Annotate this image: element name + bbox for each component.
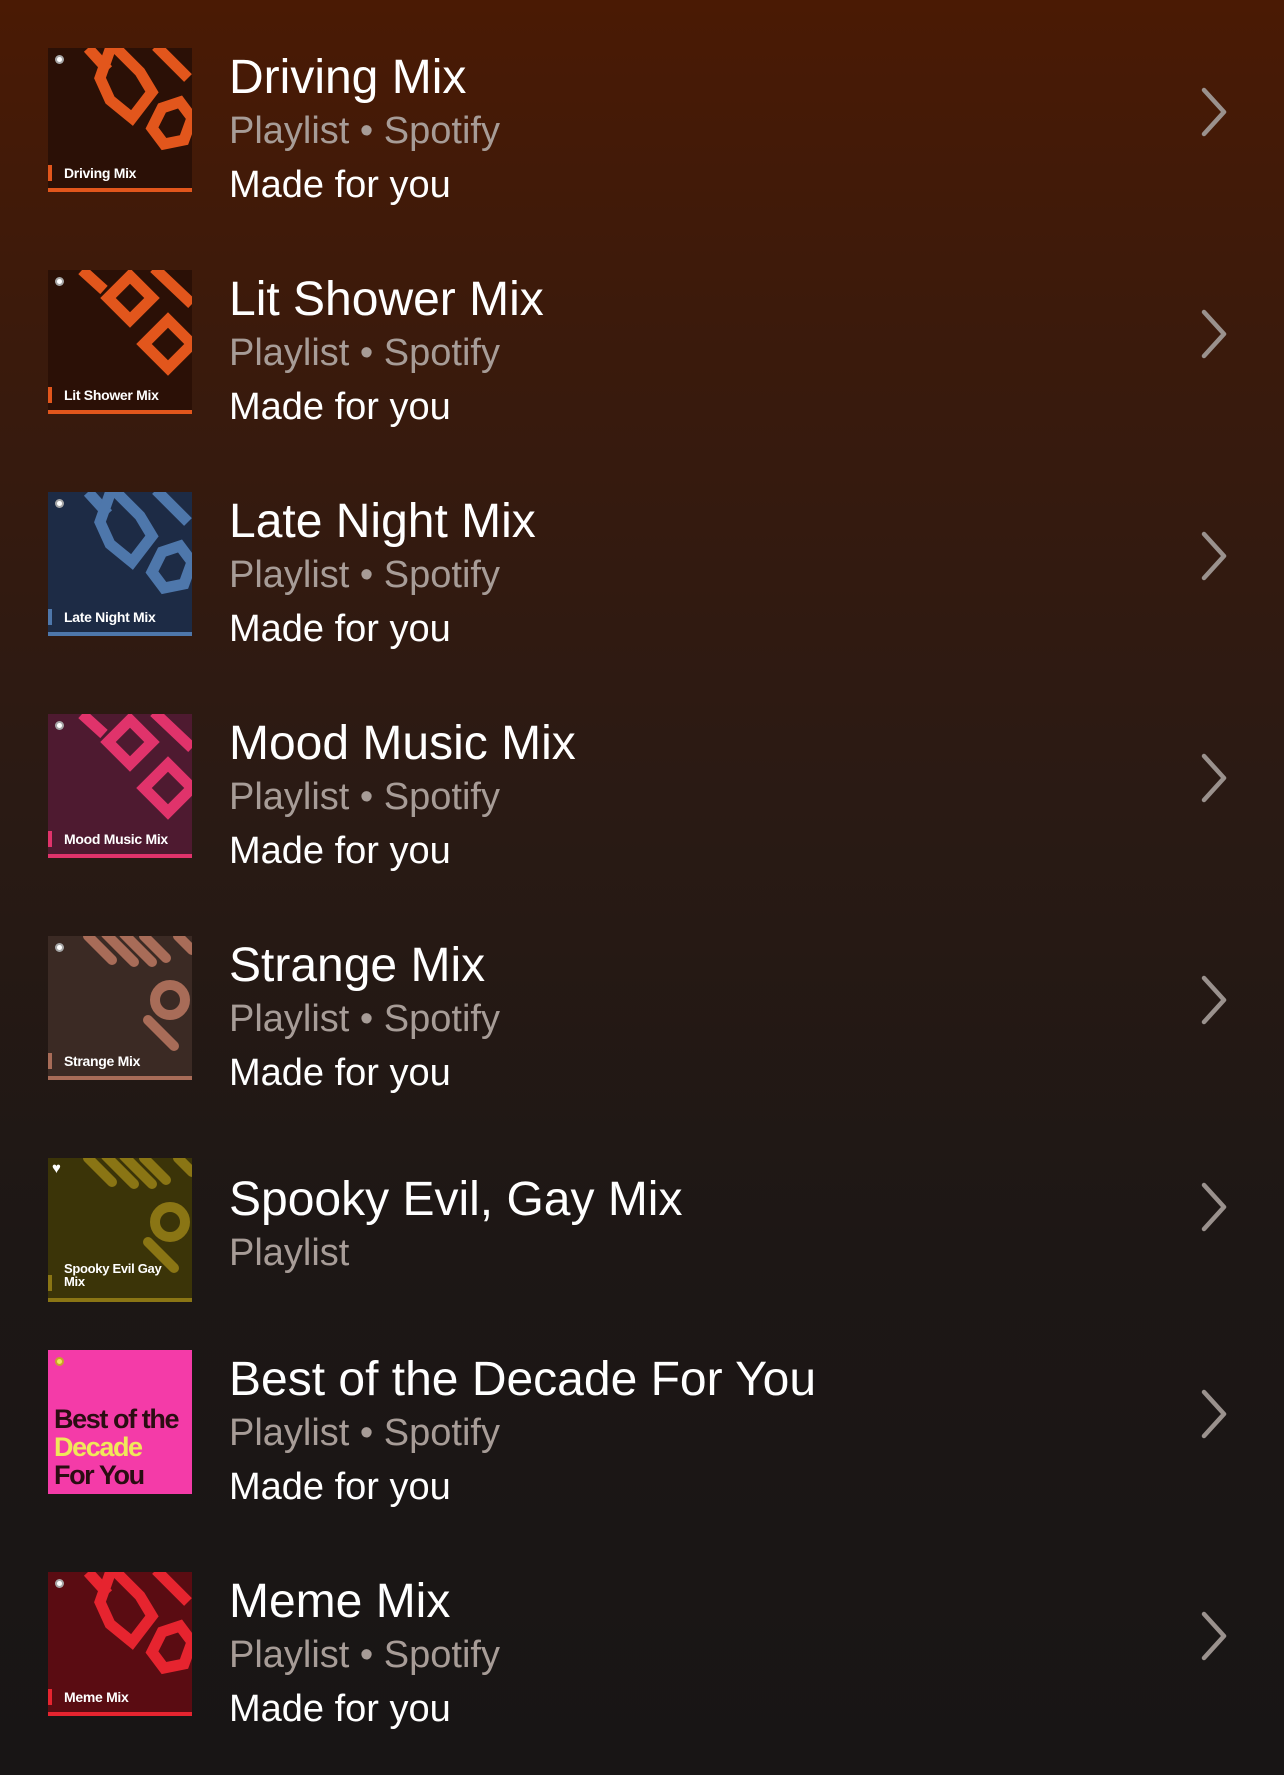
playlist-subtitle: Playlist • Spotify (229, 554, 500, 596)
spotify-logo-icon (55, 55, 64, 64)
playlist-subtitle: Playlist (229, 1232, 350, 1274)
cover-label-bar (48, 1275, 52, 1291)
spotify-logo-icon (55, 1357, 64, 1366)
playlist-subtitle: Playlist • Spotify (229, 998, 500, 1040)
playlist-title: Late Night Mix (229, 495, 536, 548)
cover-label-bar (48, 831, 52, 847)
playlist-made-for: Made for you (229, 1052, 451, 1094)
playlist-title: Strange Mix (229, 939, 486, 992)
cover-title-line: Best of the (54, 1404, 180, 1434)
playlist-row[interactable]: Late Night Mix Late Night Mix Playlist • S… (0, 444, 1284, 650)
chevron-right-icon[interactable] (1196, 528, 1232, 584)
playlist-row[interactable]: Best of the Decade For You Best of the Deca… (0, 1302, 1284, 1508)
cover-label-bar (48, 1053, 52, 1069)
playlist-made-for: Made for you (229, 164, 451, 206)
cover-label: Lit Shower Mix (64, 387, 159, 403)
cover-label: Late Night Mix (64, 609, 156, 625)
playlist-row[interactable]: Mood Music Mix Mood Music Mix Playlist • S… (0, 666, 1284, 872)
playlist-title: Spooky Evil, Gay Mix (229, 1173, 683, 1226)
playlist-made-for: Made for you (229, 608, 451, 650)
playlist-list: Driving Mix Driving Mix Playlist • Spotify… (0, 0, 1284, 1775)
chevron-right-icon[interactable] (1196, 1608, 1232, 1664)
cover-label-bar (48, 1689, 52, 1705)
playlist-row[interactable]: Meme Mix Meme Mix Playlist • Spotify Made f… (0, 1524, 1284, 1730)
playlist-title: Meme Mix (229, 1575, 451, 1628)
cover-label: Mood Music Mix (64, 831, 168, 847)
cover-title-text: Best of the Decade For You (54, 1404, 180, 1490)
playlist-subtitle: Playlist • Spotify (229, 1634, 500, 1676)
chevron-right-icon[interactable] (1196, 1179, 1232, 1235)
playlist-subtitle: Playlist • Spotify (229, 110, 500, 152)
chevron-right-icon[interactable] (1196, 972, 1232, 1028)
cover-title-line: Decade (54, 1432, 143, 1462)
playlist-cover: Driving Mix (48, 48, 192, 192)
chevron-right-icon[interactable] (1196, 84, 1232, 140)
playlist-cover: Lit Shower Mix (48, 270, 192, 414)
cover-label: Driving Mix (64, 165, 137, 181)
playlist-cover: Mood Music Mix (48, 714, 192, 858)
playlist-title: Lit Shower Mix (229, 273, 544, 326)
chevron-right-icon[interactable] (1196, 1386, 1232, 1442)
cover-label-bar (48, 609, 52, 625)
playlist-row[interactable]: Lit Shower Mix Lit Shower Mix Playlist • S… (0, 222, 1284, 428)
cover-label-bar (48, 387, 52, 403)
playlist-title: Driving Mix (229, 51, 467, 104)
heart-icon: ♥ (52, 1160, 61, 1177)
playlist-row[interactable]: ♥ Spooky Evil Gay Mix Spooky Evil, Gay Mix… (0, 1110, 1284, 1310)
cover-underline (48, 1076, 192, 1080)
cover-underline (48, 1712, 192, 1716)
cover-label: Spooky Evil Gay Mix (64, 1261, 162, 1289)
cover-underline (48, 632, 192, 636)
playlist-made-for: Made for you (229, 1466, 451, 1508)
playlist-made-for: Made for you (229, 1688, 451, 1730)
spotify-logo-icon (55, 277, 64, 286)
playlist-cover: Late Night Mix (48, 492, 192, 636)
cover-title-line: For You (54, 1460, 145, 1490)
playlist-title: Mood Music Mix (229, 717, 576, 770)
cover-label: Meme Mix (64, 1689, 129, 1705)
playlist-cover: ♥ Spooky Evil Gay Mix (48, 1158, 192, 1302)
cover-underline (48, 410, 192, 414)
playlist-cover: Meme Mix (48, 1572, 192, 1716)
chevron-right-icon[interactable] (1196, 306, 1232, 362)
playlist-subtitle: Playlist • Spotify (229, 776, 500, 818)
playlist-made-for: Made for you (229, 830, 451, 872)
playlist-title: Best of the Decade For You (229, 1353, 817, 1406)
playlist-cover: Strange Mix (48, 936, 192, 1080)
playlist-subtitle: Playlist • Spotify (229, 332, 500, 374)
spotify-logo-icon (55, 943, 64, 952)
spotify-logo-icon (55, 721, 64, 730)
spotify-logo-icon (55, 499, 64, 508)
cover-label-bar (48, 165, 52, 181)
playlist-made-for: Made for you (229, 386, 451, 428)
cover-label: Strange Mix (64, 1053, 141, 1069)
cover-underline (48, 188, 192, 192)
playlist-subtitle: Playlist • Spotify (229, 1412, 500, 1454)
playlist-row[interactable]: Strange Mix Strange Mix Playlist • Spotify… (0, 888, 1284, 1094)
spotify-logo-icon (55, 1579, 64, 1588)
chevron-right-icon[interactable] (1196, 750, 1232, 806)
cover-underline (48, 854, 192, 858)
playlist-row[interactable]: Driving Mix Driving Mix Playlist • Spotify… (0, 0, 1284, 206)
playlist-cover: Best of the Decade For You (48, 1350, 192, 1494)
